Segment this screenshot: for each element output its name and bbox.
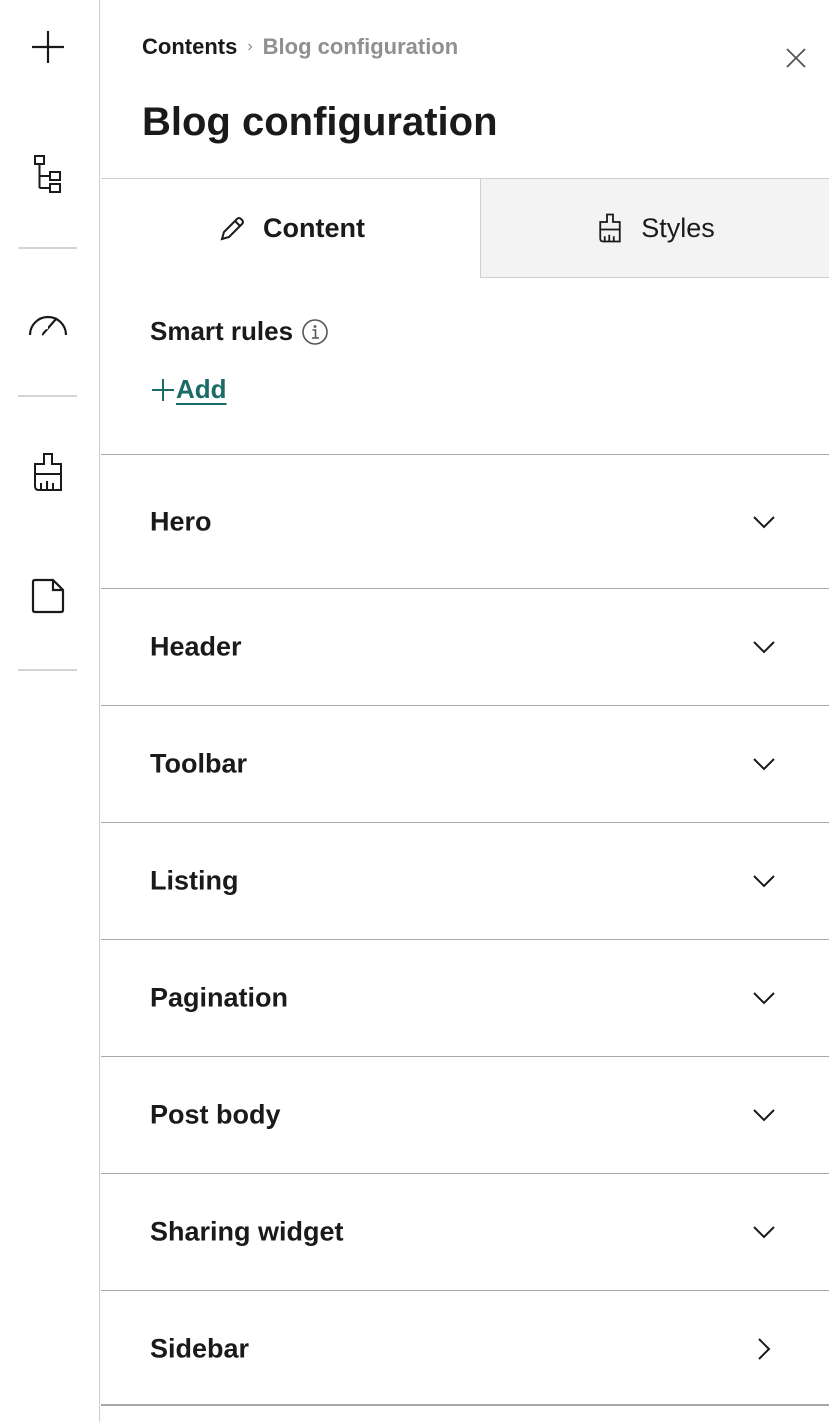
tab-bar: Content Styles <box>101 178 829 278</box>
tree-structure-icon <box>33 155 61 193</box>
breadcrumb: Contents › Blog configuration <box>142 34 458 60</box>
info-icon[interactable] <box>301 318 329 346</box>
section-toolbar[interactable]: Toolbar <box>101 705 829 822</box>
chevron-down-icon <box>753 641 775 654</box>
section-label: Toolbar <box>150 748 247 779</box>
chevron-down-icon <box>753 1109 775 1122</box>
chevron-down-icon <box>753 875 775 888</box>
breadcrumb-separator: › <box>247 38 253 55</box>
plus-icon <box>31 31 64 63</box>
rail-divider <box>18 395 77 397</box>
add-label: Add <box>176 374 227 404</box>
plus-icon <box>152 378 174 401</box>
section-label: Hero <box>150 506 212 536</box>
performance-gauge-icon <box>28 315 67 336</box>
section-label: Pagination <box>150 982 289 1013</box>
rail-divider <box>18 669 77 671</box>
smart-rules-heading: Smart rules <box>150 316 329 347</box>
section-label: Post body <box>150 1099 281 1130</box>
add-smart-rule-link[interactable]: Add <box>150 374 227 405</box>
section-post-body[interactable]: Post body <box>101 1056 829 1173</box>
design-button[interactable] <box>0 442 95 502</box>
close-button[interactable] <box>784 46 808 70</box>
configuration-panel: Contents › Blog configuration Blog confi… <box>101 0 829 1422</box>
page-settings-button[interactable] <box>0 566 95 626</box>
tab-content[interactable]: Content <box>101 179 481 278</box>
section-pagination[interactable]: Pagination <box>101 939 829 1056</box>
section-label: Sharing widget <box>150 1216 344 1247</box>
chevron-right-icon <box>758 1338 771 1360</box>
chevron-down-icon <box>753 758 775 771</box>
chevron-down-icon <box>753 992 775 1005</box>
chevron-down-icon <box>753 1226 775 1239</box>
breadcrumb-contents-link[interactable]: Contents <box>142 34 237 60</box>
add-module-button[interactable] <box>0 17 95 77</box>
section-sidebar[interactable]: Sidebar <box>101 1290 829 1407</box>
pencil-icon <box>220 216 244 240</box>
section-label: Sidebar <box>150 1333 250 1364</box>
smart-rules-label: Smart rules <box>150 316 294 346</box>
structure-button[interactable] <box>0 144 95 204</box>
rail-divider <box>18 247 77 249</box>
tab-styles-label: Styles <box>641 212 715 243</box>
section-divider <box>101 1404 829 1406</box>
section-sharing-widget[interactable]: Sharing widget <box>101 1173 829 1290</box>
section-header[interactable]: Header <box>101 588 829 705</box>
tab-styles[interactable]: Styles <box>480 179 829 278</box>
breadcrumb-current: Blog configuration <box>262 34 459 59</box>
page-icon <box>31 578 64 614</box>
section-listing[interactable]: Listing <box>101 822 829 939</box>
brush-icon <box>33 453 62 491</box>
brush-icon <box>599 213 621 243</box>
close-icon <box>786 48 806 68</box>
section-hero[interactable]: Hero <box>101 454 829 588</box>
left-rail <box>0 0 100 1422</box>
optimize-button[interactable] <box>0 295 95 355</box>
tab-content-label: Content <box>263 213 365 243</box>
section-label: Header <box>150 631 242 662</box>
section-label: Listing <box>150 865 239 896</box>
chevron-down-icon <box>753 515 775 528</box>
page-title: Blog configuration <box>142 100 498 144</box>
section-list: Hero Header Toolbar Listing Pagination P… <box>101 454 829 1407</box>
